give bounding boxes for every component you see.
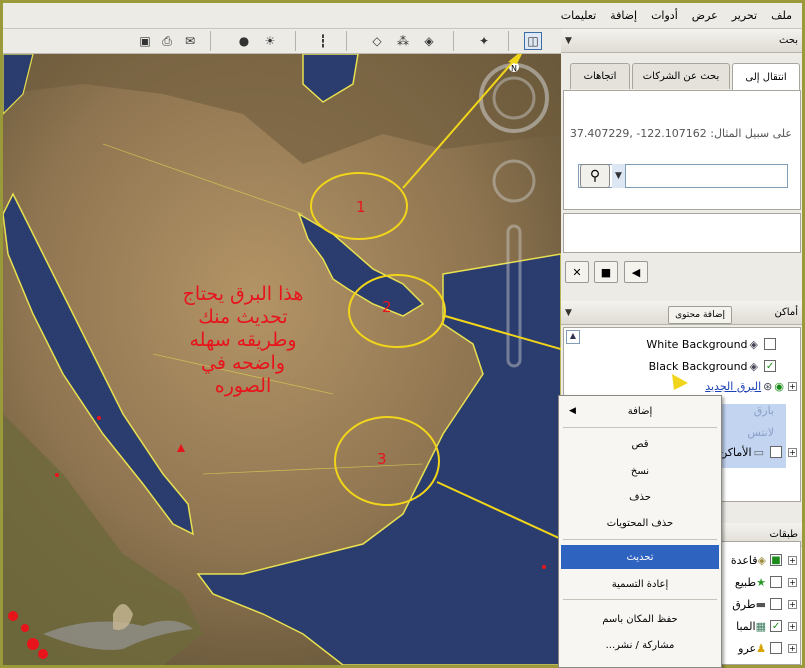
item-label: عرو — [738, 641, 757, 655]
ruler-icon[interactable]: ┇ — [314, 32, 332, 50]
expand-icon[interactable]: + — [788, 600, 797, 609]
tab-directions[interactable]: اتجاهات — [570, 63, 630, 89]
menu-tools[interactable]: أدوات — [651, 9, 678, 22]
item-label: البرق الجديد — [705, 379, 762, 393]
person-icon: ♟ — [756, 641, 766, 655]
checkbox[interactable]: ✓ — [770, 620, 782, 632]
menu-help[interactable]: تعليمات — [561, 9, 596, 22]
annotation-text: هذا البرق يحتاج تحديث منك وطريقه سهله وا… — [153, 283, 333, 398]
item-label: قاعدة — [730, 553, 758, 567]
description-line: بارق — [753, 403, 774, 417]
annotation-line: هذا البرق يحتاج — [182, 283, 304, 305]
fly-to-body: على سبيل المثال: 37.407229, -122.107162 … — [563, 90, 801, 210]
annotation-line: وطريقه سهله — [189, 329, 297, 351]
checkbox[interactable] — [764, 338, 776, 350]
tab-fly-to[interactable]: انتقال إلى — [732, 63, 800, 90]
search-tabs: انتقال إلى بحث عن الشركات اتجاهات — [561, 63, 802, 90]
checkbox[interactable]: ■ — [770, 554, 782, 566]
layers-icon: ◈ — [757, 553, 766, 567]
annotation-line: الصوره — [214, 375, 272, 397]
menu-item-copy[interactable]: نسخ — [561, 459, 719, 483]
menu-add[interactable]: إضافة — [610, 9, 637, 22]
search-hint: على سبيل المثال: 37.407229, -122.107162 — [570, 127, 792, 140]
menu-item-delete-contents[interactable]: حذف المحتويات — [561, 511, 719, 535]
tab-business[interactable]: بحث عن الشركات — [632, 63, 730, 89]
star-icon: ★ — [756, 575, 766, 589]
menu-item-save-place-as[interactable]: حفظ المكان باسم — [561, 607, 719, 631]
building-icon: ▦ — [755, 619, 766, 633]
network-link-icon: ⊛ — [763, 379, 773, 393]
layers-panel-title: طبقات — [769, 529, 799, 540]
item-label: الأماكن — [719, 445, 752, 459]
road-icon: ▬ — [755, 597, 766, 611]
marker-2: 2 — [382, 298, 392, 316]
menu-item-refresh[interactable]: تحديث — [561, 545, 719, 569]
annotation-line: تحديث منك — [198, 306, 288, 328]
menu-bar: ملف تحرير عرض أدوات إضافة تعليمات — [3, 3, 802, 29]
print-icon[interactable]: ⎙ — [158, 32, 176, 50]
hint-label: على سبيل المثال: — [710, 127, 792, 140]
expand-icon[interactable]: + — [788, 556, 797, 565]
description-line: لانتس — [747, 425, 774, 439]
menu-item-label: إضافة — [627, 405, 653, 417]
menu-item-share[interactable]: مشاركة / نشر... — [561, 633, 719, 657]
radio-icon[interactable]: ◉ — [774, 380, 784, 393]
checkbox[interactable] — [770, 598, 782, 610]
menu-edit[interactable]: تحرير — [732, 9, 757, 22]
menu-file[interactable]: ملف — [771, 9, 792, 22]
menu-item-delete[interactable]: حذف — [561, 485, 719, 509]
stop-button[interactable]: ■ — [594, 261, 618, 283]
search-panel-header[interactable]: بحث ▼ — [561, 29, 802, 53]
expand-icon[interactable]: + — [788, 578, 797, 587]
search-button[interactable]: ⚲ — [580, 164, 610, 188]
item-label: طبيع — [734, 575, 757, 589]
search-icon: ⚲ — [589, 168, 601, 184]
menu-view[interactable]: عرض — [692, 9, 718, 22]
checkbox[interactable] — [770, 446, 782, 458]
item-label: طرق — [732, 597, 756, 611]
places-panel-title: أماكن — [774, 307, 798, 318]
menu-item-add[interactable]: ◀ إضافة — [561, 399, 719, 423]
marker-3: 3 — [377, 450, 387, 468]
sidebar-toggle-icon[interactable]: ◫ — [524, 32, 542, 50]
checkbox[interactable] — [770, 576, 782, 588]
expand-icon[interactable]: + — [788, 382, 797, 391]
search-panel-title: بحث — [778, 35, 798, 46]
email-icon[interactable]: ✉ — [181, 32, 199, 50]
expand-icon[interactable]: + — [788, 622, 797, 631]
expand-icon[interactable]: + — [788, 448, 797, 457]
annotation-line: واضحه في — [201, 352, 285, 374]
layers-icon: ◈ — [749, 359, 758, 373]
toolbar: ▣ ⎙ ✉ ● ☀ ┇ ◇ ⁂ ◈ ✦ ◫ — [3, 29, 561, 54]
submenu-arrow-icon: ◀ — [569, 406, 576, 416]
context-menu: ◀ إضافة قص نسخ حذف حذف المحتويات تحديث إ… — [558, 395, 722, 668]
svg-text:N: N — [511, 64, 517, 73]
sun-icon[interactable]: ☀ — [261, 32, 279, 50]
add-placemark-icon[interactable]: ✦ — [475, 32, 493, 50]
marker-1: 1 — [356, 198, 366, 216]
menu-item-rename[interactable]: إعادة التسمية — [561, 572, 719, 596]
layers-icon: ◈ — [749, 337, 758, 351]
checkbox[interactable] — [770, 642, 782, 654]
add-path-icon[interactable]: ⁂ — [394, 32, 412, 50]
expand-icon[interactable]: + — [788, 644, 797, 653]
play-button[interactable]: ◀ — [624, 261, 648, 283]
search-history-dropdown[interactable]: ▼ — [612, 164, 626, 188]
menu-item-cut[interactable]: قص — [561, 432, 719, 456]
planet-icon[interactable]: ● — [235, 32, 253, 50]
add-polygon-icon[interactable]: ◇ — [368, 32, 386, 50]
hint-value: 37.407229, -122.107162 — [569, 127, 707, 140]
clear-button[interactable]: ✕ — [565, 261, 589, 283]
collapse-icon[interactable]: ▼ — [565, 36, 572, 46]
image-icon[interactable]: ▣ — [136, 32, 154, 50]
search-results — [563, 213, 801, 253]
add-overlay-icon[interactable]: ◈ — [420, 32, 438, 50]
checkbox[interactable]: ✓ — [764, 360, 776, 372]
folder-icon: ▭ — [753, 445, 764, 459]
item-label: المبا — [736, 619, 756, 633]
